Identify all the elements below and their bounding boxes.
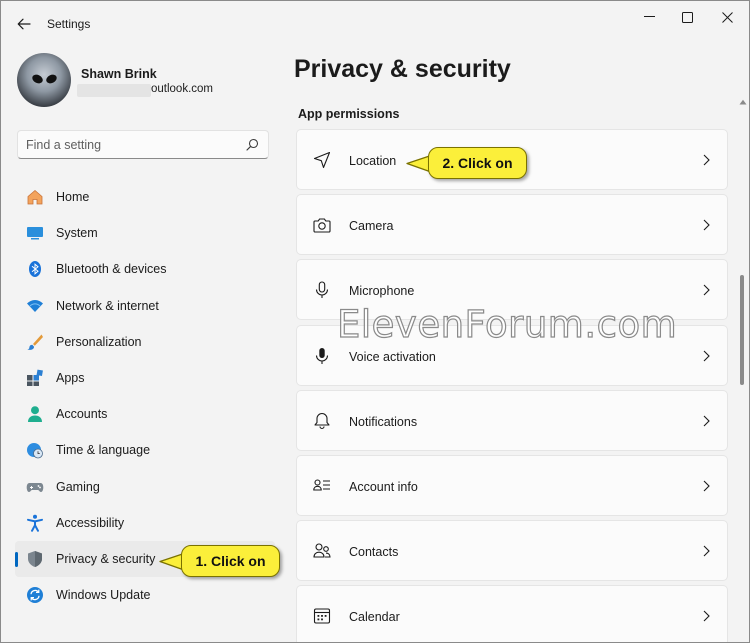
close-icon bbox=[721, 11, 733, 23]
update-icon bbox=[26, 586, 44, 604]
microphone-icon bbox=[312, 280, 332, 300]
shield-icon bbox=[26, 550, 44, 568]
permission-card-contacts[interactable]: Contacts bbox=[296, 520, 728, 582]
sidebar-item-bluetooth[interactable]: Bluetooth & devices bbox=[15, 251, 275, 287]
chevron-right-icon bbox=[703, 545, 710, 557]
back-button[interactable] bbox=[11, 11, 37, 37]
person-icon bbox=[26, 405, 44, 423]
bluetooth-icon bbox=[26, 260, 44, 278]
location-arrow-icon bbox=[312, 150, 332, 170]
voice-mic-icon bbox=[312, 346, 332, 366]
sidebar-item-accessibility[interactable]: Accessibility bbox=[15, 505, 275, 541]
permission-card-camera[interactable]: Camera bbox=[296, 194, 728, 256]
profile-name: Shawn Brink bbox=[81, 67, 157, 81]
sidebar-item-home[interactable]: Home bbox=[15, 179, 275, 215]
chevron-right-icon bbox=[703, 154, 710, 166]
page-title: Privacy & security bbox=[294, 55, 511, 83]
permission-card-notifications[interactable]: Notifications bbox=[296, 389, 728, 451]
permission-card-calendar[interactable]: Calendar bbox=[296, 585, 728, 642]
close-button[interactable] bbox=[707, 7, 747, 27]
search-box[interactable] bbox=[17, 130, 269, 159]
section-heading: App permissions bbox=[298, 107, 400, 121]
sidebar-item-windows-update[interactable]: Windows Update bbox=[15, 577, 275, 613]
wifi-icon bbox=[26, 297, 44, 315]
maximize-icon bbox=[681, 11, 693, 23]
chevron-right-icon bbox=[703, 480, 710, 492]
search-icon[interactable] bbox=[246, 138, 259, 151]
callout-step-2: 2. Click on bbox=[428, 147, 527, 179]
window-title: Settings bbox=[47, 17, 91, 31]
minimize-button[interactable] bbox=[629, 7, 669, 27]
system-icon bbox=[26, 224, 44, 242]
settings-window: Settings Shawn Brink outlook.com Find a … bbox=[0, 0, 750, 643]
profile-email: outlook.com bbox=[151, 83, 214, 95]
watermark: ElevenForum.com bbox=[336, 302, 678, 346]
home-icon bbox=[26, 188, 44, 206]
permission-list: Location Camera Microphone Voice activat… bbox=[296, 129, 728, 642]
chevron-right-icon bbox=[703, 350, 710, 361]
scrollbar-thumb[interactable] bbox=[740, 275, 744, 385]
contacts-icon bbox=[312, 541, 332, 561]
chevron-right-icon bbox=[703, 284, 710, 296]
brush-icon bbox=[26, 333, 44, 351]
scrollbar[interactable] bbox=[737, 97, 749, 642]
search-input[interactable] bbox=[26, 136, 236, 154]
sidebar-item-network[interactable]: Network & internet bbox=[15, 288, 275, 324]
bell-icon bbox=[312, 411, 332, 431]
clock-globe-icon bbox=[26, 441, 44, 459]
chevron-right-icon bbox=[703, 415, 710, 427]
avatar bbox=[17, 53, 71, 107]
camera-icon bbox=[312, 215, 332, 235]
apps-icon bbox=[26, 369, 44, 387]
sidebar-item-personalization[interactable]: Personalization bbox=[15, 324, 275, 360]
sidebar-item-gaming[interactable]: Gaming bbox=[15, 469, 275, 505]
account-info-icon bbox=[312, 476, 332, 496]
sidebar-item-apps[interactable]: Apps bbox=[15, 360, 275, 396]
title-bar: Settings bbox=[1, 1, 749, 45]
gamepad-icon bbox=[26, 478, 44, 496]
accessibility-icon bbox=[26, 514, 44, 532]
back-arrow-icon bbox=[17, 18, 31, 30]
sidebar-item-accounts[interactable]: Accounts bbox=[15, 396, 275, 432]
permission-card-account-info[interactable]: Account info bbox=[296, 454, 728, 516]
calendar-icon bbox=[312, 606, 332, 626]
sidebar-item-time-language[interactable]: Time & language bbox=[15, 432, 275, 468]
callout-step-1: 1. Click on bbox=[181, 545, 280, 577]
maximize-button[interactable] bbox=[667, 7, 707, 27]
sidebar-item-system[interactable]: System bbox=[15, 215, 275, 251]
scroll-up-arrow-icon[interactable] bbox=[739, 99, 747, 105]
email-redaction bbox=[77, 84, 151, 97]
chevron-right-icon bbox=[703, 219, 710, 231]
chevron-right-icon bbox=[703, 610, 710, 622]
minimize-icon bbox=[643, 16, 655, 17]
